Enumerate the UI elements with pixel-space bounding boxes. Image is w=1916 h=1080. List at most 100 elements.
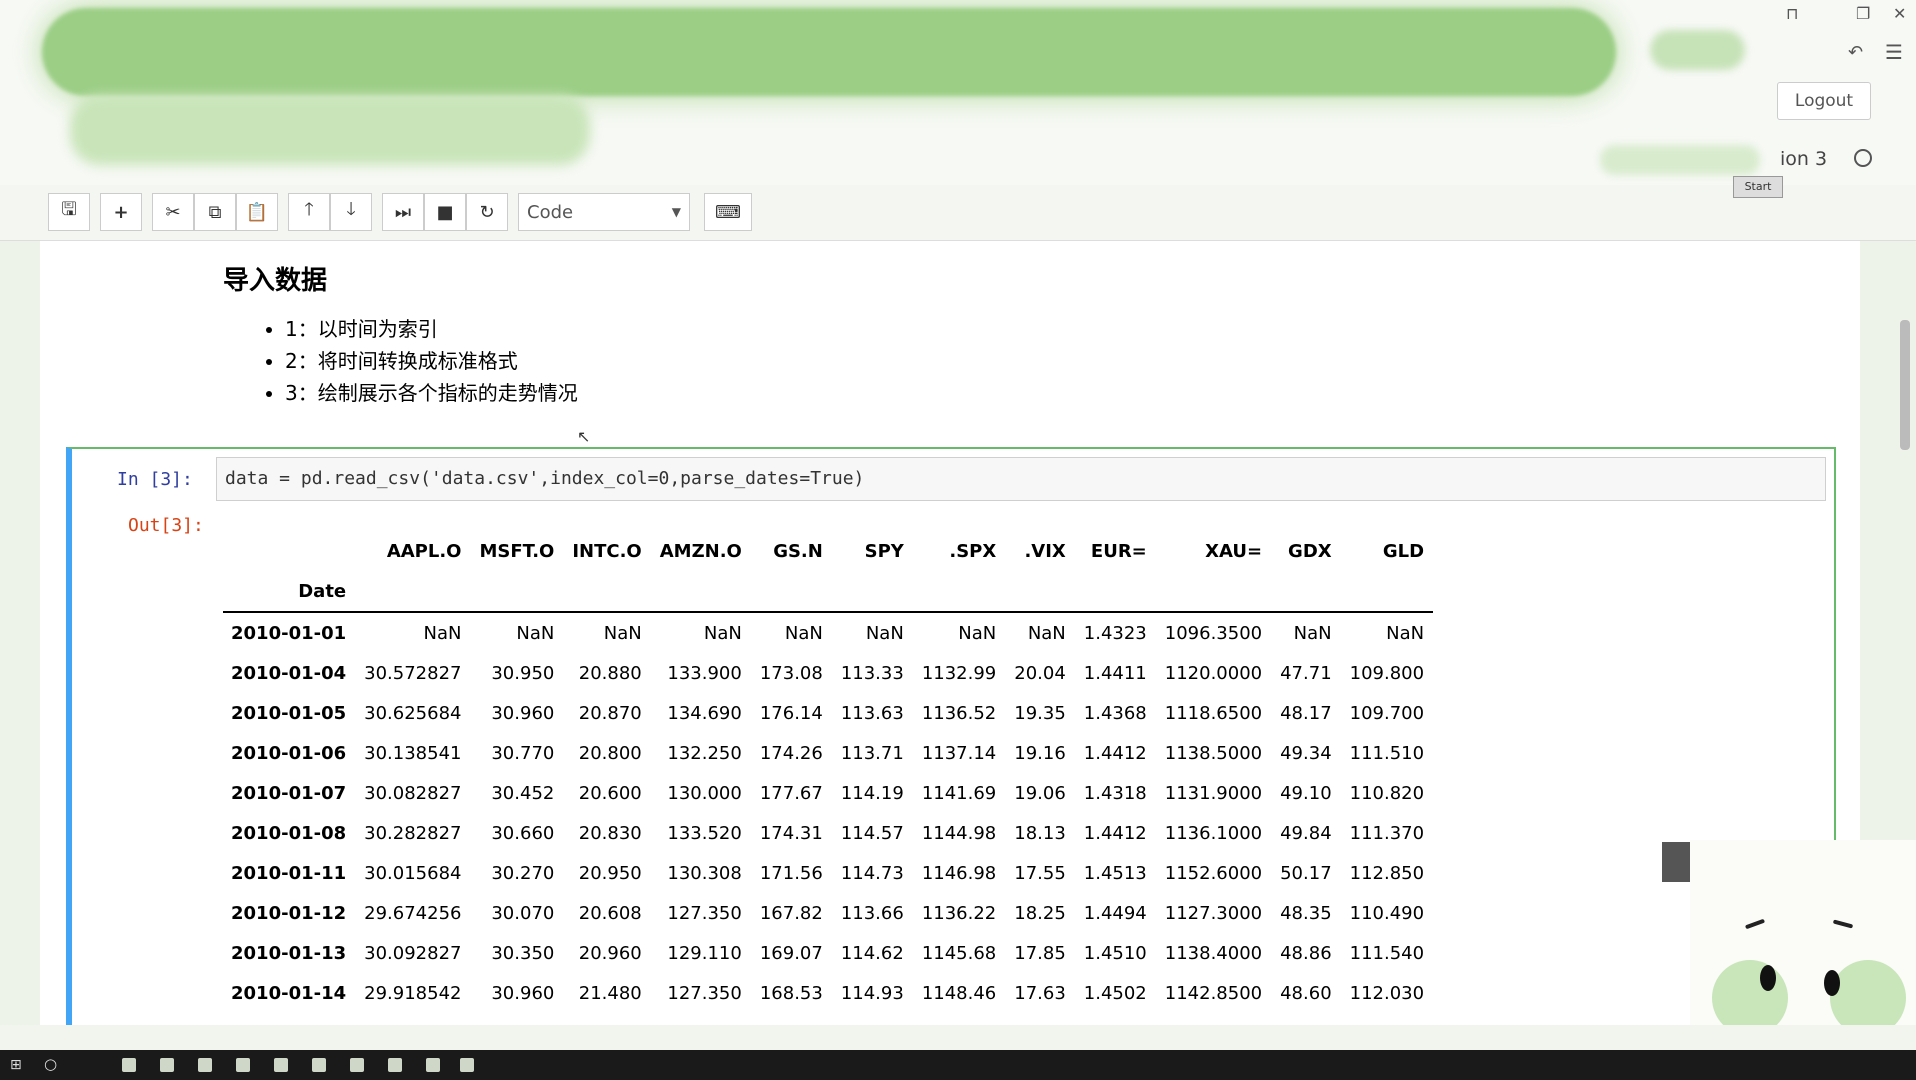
- code-editor[interactable]: data = pd.read_csv('data.csv',index_col=…: [216, 457, 1826, 501]
- table-row: 2010-01-05 30.625684 30.960 20.870 134.690 17…: [223, 693, 1433, 733]
- blurred-menubar: [70, 95, 590, 165]
- close-icon[interactable]: ✕: [1893, 4, 1906, 23]
- table-cell: 18.13: [1014, 822, 1066, 844]
- restart-button[interactable]: ↻: [466, 193, 508, 231]
- column-header: AAPL.O: [386, 540, 462, 562]
- avatar-eye: [1760, 965, 1776, 991]
- table-cell: NaN: [423, 622, 462, 644]
- table-cell: 29.918542: [364, 982, 462, 1004]
- table-row: 2010-01-07 30.082827 30.452 20.600 130.000 17…: [223, 773, 1433, 813]
- table-cell: 112.850: [1349, 862, 1425, 884]
- scissors-icon: ✂: [165, 201, 181, 223]
- taskbar-app-icon[interactable]: [198, 1058, 212, 1072]
- table-cell: NaN: [784, 622, 823, 644]
- notebook-header: ⊓ ❐ ✕ ↶ ☰ Logout ion 3 Start: [0, 0, 1916, 198]
- markdown-list: 1：以时间为索引 2：将时间转换成标准格式 3：绘制展示各个指标的走势情况: [285, 313, 578, 409]
- taskbar-app-icon[interactable]: [274, 1058, 288, 1072]
- command-palette-button[interactable]: ⌨: [704, 193, 752, 231]
- run-button[interactable]: ⏭: [382, 193, 424, 231]
- table-cell: 1152.6000: [1164, 862, 1263, 884]
- table-cell: 1.4412: [1083, 742, 1147, 764]
- index-row-spacer: [1155, 571, 1272, 613]
- markdown-list-item: 1：以时间为索引: [285, 313, 578, 345]
- table-cell: 30.015684: [364, 862, 462, 884]
- start-badge[interactable]: Start: [1733, 176, 1783, 198]
- table-cell: 48.35: [1280, 902, 1332, 924]
- table-row: 2010-01-04 30.572827 30.950 20.880 133.900 17…: [223, 653, 1433, 693]
- table-cell: 30.070: [491, 902, 555, 924]
- table-cell: 18.25: [1014, 902, 1066, 924]
- table-cell: 30.625684: [364, 702, 462, 724]
- table-cell: 127.350: [667, 902, 742, 924]
- save-icon: 🖫: [61, 199, 77, 220]
- table-row: 2010-01-08 30.282827 30.660 20.830 133.520 17…: [223, 813, 1433, 853]
- move-down-button[interactable]: 🡓: [330, 193, 372, 231]
- taskbar-app-icon[interactable]: [160, 1058, 174, 1072]
- table-cell: 111.510: [1349, 742, 1425, 764]
- table-cell: 19.06: [1014, 782, 1066, 804]
- table-cell: 1.4412: [1083, 822, 1147, 844]
- menu-icon[interactable]: ☰: [1885, 40, 1903, 64]
- index-row-spacer: [563, 571, 651, 613]
- index-row-spacer: [1271, 571, 1341, 613]
- table-cell: 113.33: [840, 662, 904, 684]
- table-cell: 48.17: [1280, 702, 1332, 724]
- logout-button[interactable]: Logout: [1777, 82, 1871, 120]
- taskbar-app-icon[interactable]: [236, 1058, 250, 1072]
- undo-icon[interactable]: ↶: [1848, 42, 1863, 63]
- taskbar-app-icon[interactable]: [460, 1058, 474, 1072]
- column-header: .SPX: [949, 540, 997, 562]
- table-cell: NaN: [1027, 622, 1066, 644]
- table-cell: 114.19: [840, 782, 904, 804]
- paste-button[interactable]: 📋: [236, 193, 278, 231]
- notebook-container: 导入数据 1：以时间为索引 2：将时间转换成标准格式 3：绘制展示各个指标的走势…: [40, 241, 1860, 1025]
- avatar-brow: [1744, 918, 1766, 930]
- table-cell: 1118.6500: [1164, 702, 1263, 724]
- taskbar-app-icon[interactable]: [122, 1058, 136, 1072]
- taskbar-app-icon[interactable]: [312, 1058, 326, 1072]
- table-cell: 169.07: [759, 942, 823, 964]
- table-row: 2010-01-01 NaN NaN NaN NaN NaN NaN NaN NaN 1.4323…: [223, 612, 1433, 653]
- table-cell: 49.34: [1280, 742, 1332, 764]
- pin-icon[interactable]: ⊓: [1786, 4, 1798, 23]
- table-cell: 114.93: [840, 982, 904, 1004]
- column-header-row: AAPL.O MSFT.O INTC.O AMZN.O GS.N SPY .SPX .VIX E…: [223, 531, 1433, 571]
- status-bar: [0, 1025, 1916, 1050]
- column-header: AMZN.O: [659, 540, 742, 562]
- table-cell: 113.63: [840, 702, 904, 724]
- move-up-button[interactable]: 🡑: [288, 193, 330, 231]
- insert-cell-button[interactable]: +: [100, 193, 142, 231]
- table-cell: 48.60: [1280, 982, 1332, 1004]
- table-row: 2010-01-14 29.918542 30.960 21.480 127.350 16…: [223, 973, 1433, 1013]
- page-scrollbar[interactable]: [1900, 320, 1910, 450]
- windows-start-icon[interactable]: ⊞: [10, 1057, 22, 1073]
- cell-type-select[interactable]: Code ▼: [518, 193, 690, 231]
- column-header: GDX: [1288, 540, 1332, 562]
- taskbar-app-icon[interactable]: [388, 1058, 402, 1072]
- cut-button[interactable]: ✂: [152, 193, 194, 231]
- kernel-name: ion 3: [1780, 148, 1828, 170]
- dataframe-body: 2010-01-01 NaN NaN NaN NaN NaN NaN NaN NaN 1.4323…: [223, 612, 1433, 1013]
- search-icon[interactable]: ○: [44, 1055, 57, 1073]
- interrupt-button[interactable]: ■: [424, 193, 466, 231]
- table-cell: 30.350: [491, 942, 555, 964]
- table-cell: 173.08: [759, 662, 823, 684]
- save-button[interactable]: 🖫: [48, 193, 90, 231]
- table-cell: 20.880: [578, 662, 642, 684]
- avatar-eye: [1824, 970, 1840, 996]
- index-row-spacer: [1340, 571, 1434, 613]
- table-cell: 1131.9000: [1164, 782, 1263, 804]
- keyboard-icon: ⌨: [715, 201, 741, 223]
- dataframe-output: AAPL.O MSFT.O INTC.O AMZN.O GS.N SPY .SPX .VIX E…: [223, 531, 1434, 1013]
- table-cell: 30.960: [491, 702, 555, 724]
- taskbar-app-icon[interactable]: [426, 1058, 440, 1072]
- column-header: GS.N: [773, 540, 823, 562]
- table-cell: 1148.46: [921, 982, 997, 1004]
- copy-button[interactable]: ⧉: [194, 193, 236, 231]
- restore-icon[interactable]: ❐: [1856, 4, 1870, 23]
- table-cell: 1127.3000: [1164, 902, 1263, 924]
- table-cell: 19.16: [1014, 742, 1066, 764]
- taskbar-app-icon[interactable]: [350, 1058, 364, 1072]
- row-index-date: 2010-01-13: [231, 942, 347, 964]
- table-cell: 174.31: [759, 822, 823, 844]
